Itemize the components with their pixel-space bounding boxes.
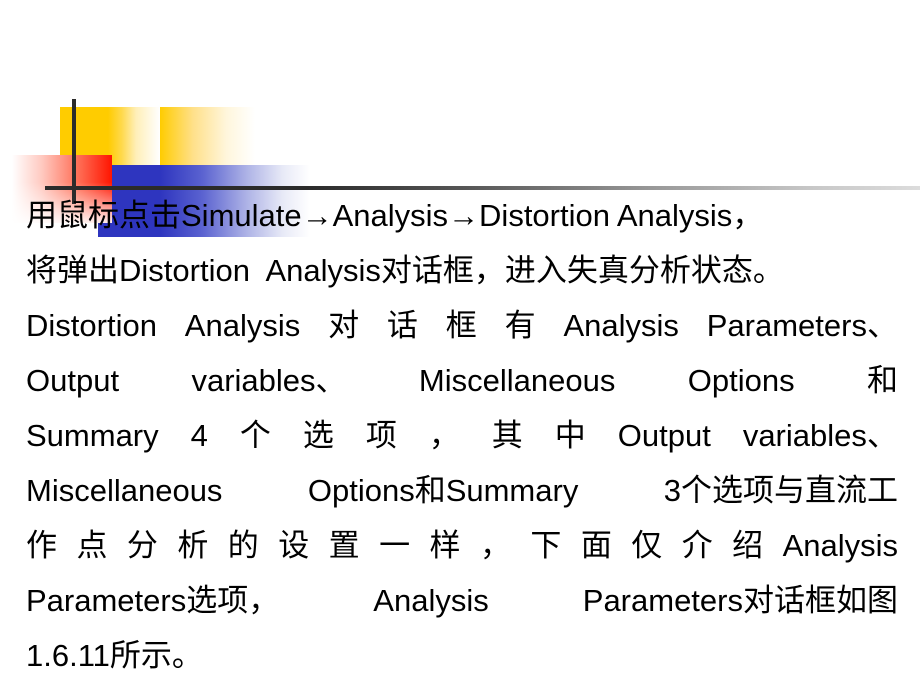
corner-motif-decoration [0, 90, 920, 237]
paragraph-token: 仅 [631, 528, 663, 563]
paragraph-token: 选 [302, 418, 334, 453]
paragraph-token: Analysis [184, 308, 301, 343]
paragraph-token: 下 [530, 528, 562, 563]
paragraph-token: Options和Summary [307, 473, 579, 508]
paragraph-line: Miscellaneous Options和Summary 3个选项与直流工 [26, 463, 898, 518]
paragraph-token: variables、 [191, 363, 347, 398]
paragraph-line: 将弹出Distortion Analysis对话框，进入失真分析状态。 [26, 243, 898, 298]
paragraph-token: ， [479, 528, 511, 563]
slide-canvas: 用鼠标点击Simulate→Analysis→Distortion Analys… [0, 0, 920, 690]
paragraph-line: 1.6.11所示。 [26, 628, 898, 683]
paragraph-token: 对 [328, 308, 360, 343]
paragraph-token: 中 [554, 418, 586, 453]
paragraph-token: Analysis [563, 308, 679, 343]
paragraph-line: 用鼠标点击Simulate→Analysis→Distortion Analys… [26, 188, 898, 243]
paragraph-token: 置 [328, 528, 360, 563]
paragraph-token: Distortion [26, 308, 157, 343]
paragraph-token: Parameters对话框如图 [582, 583, 898, 618]
yellow-square-gradient-tail [160, 107, 255, 165]
paragraph-token: Summary [26, 418, 159, 453]
paragraph-token: 分 [126, 528, 158, 563]
paragraph-token: 点 [76, 528, 108, 563]
paragraph-token: Options [687, 363, 795, 398]
paragraph-token: Analysis [373, 583, 489, 618]
paragraph-token: ， [428, 418, 460, 453]
paragraph-token: 作 [26, 528, 57, 563]
paragraph-token: 样 [429, 528, 461, 563]
paragraph-token: 一 [379, 528, 411, 563]
paragraph-line: Distortion Analysis 对话框有 Analysis Parameters… [26, 298, 898, 353]
paragraph-token: 有 [504, 308, 536, 343]
paragraph-line: 作点分析的设置一样 ， 下面仅介绍 Analysis [26, 518, 898, 573]
paragraph-token: Miscellaneous [418, 363, 616, 398]
paragraph-token: 用鼠标点击Simulate→Analysis→Distortion Analys… [26, 198, 764, 233]
paragraph-token: 介 [681, 528, 713, 563]
paragraph-token: 框 [445, 308, 477, 343]
paragraph-token: Parameters选项， [26, 583, 280, 618]
paragraph-token: 面 [580, 528, 612, 563]
paragraph-token: 绍 [732, 528, 764, 563]
paragraph-token: 1.6.11所示。 [26, 638, 203, 673]
paragraph-line: Parameters选项， Analysis Parameters对话框如图 [26, 573, 898, 628]
paragraph-token: 的 [227, 528, 259, 563]
paragraph-token: 话 [386, 308, 418, 343]
paragraph-token: 4 [190, 418, 208, 453]
paragraph-token: Output [617, 418, 711, 453]
paragraph-token: 其 [491, 418, 523, 453]
paragraph-token: Miscellaneous [26, 473, 223, 508]
paragraph-token: Analysis [782, 528, 898, 563]
paragraph-token: 和 [866, 363, 898, 398]
slide-body-paragraph: 用鼠标点击Simulate→Analysis→Distortion Analys… [26, 188, 898, 683]
paragraph-line: Summary 4 个选项 ， 其中 Output variables、 [26, 408, 898, 463]
paragraph-token: 将弹出Distortion Analysis对话框，进入失真分析状态。 [26, 253, 784, 288]
paragraph-token: 3个选项与直流工 [663, 473, 898, 508]
paragraph-line: Output variables、 Miscellaneous Options 和 [26, 353, 898, 408]
paragraph-token: 项 [365, 418, 397, 453]
paragraph-token: 析 [177, 528, 209, 563]
paragraph-token: Parameters、 [706, 308, 898, 343]
paragraph-token: variables、 [742, 418, 898, 453]
paragraph-token: 设 [278, 528, 310, 563]
paragraph-token: Output [26, 363, 120, 398]
paragraph-token: 个 [239, 418, 271, 453]
